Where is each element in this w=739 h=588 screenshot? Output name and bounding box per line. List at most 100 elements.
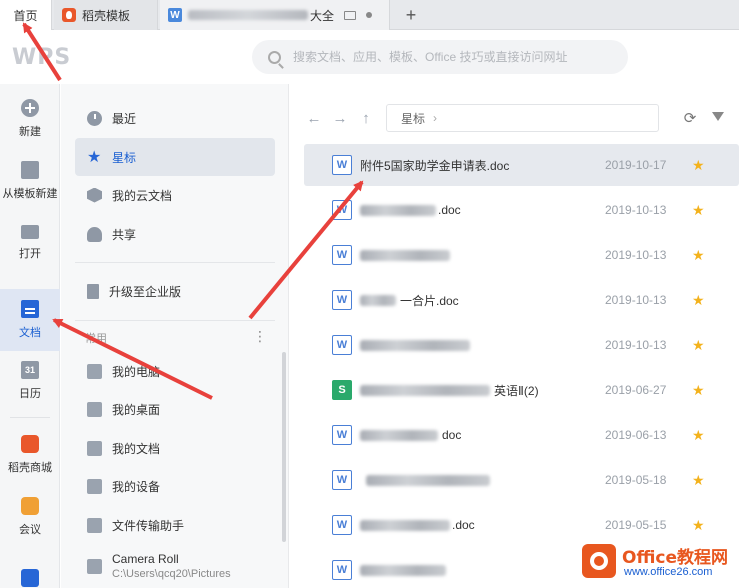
- file-date: 2019-05-15: [605, 518, 667, 532]
- computer-icon: [87, 363, 102, 379]
- star-icon[interactable]: ★: [692, 157, 705, 174]
- search-input[interactable]: [293, 50, 613, 64]
- clock-icon: [87, 110, 102, 126]
- camera-roll-block: Camera Roll C:\Users\qcq20\Pictures: [112, 552, 231, 580]
- file-row[interactable]: W 一合片.doc 2019-10-13 ★: [304, 279, 739, 321]
- tab-docer-label: 稻壳模板: [82, 8, 131, 23]
- cloud-icon: [87, 187, 102, 203]
- star-icon[interactable]: ★: [692, 292, 705, 309]
- word-doc-icon: W: [332, 515, 352, 535]
- refresh-icon[interactable]: ⟳: [680, 108, 700, 128]
- nav-scrollbar[interactable]: [282, 352, 286, 542]
- file-row[interactable]: W 附件5国家助学金申请表.doc 2019-10-17 ★: [304, 144, 739, 186]
- nav-location-desktop[interactable]: 我的桌面: [75, 390, 275, 428]
- location-label: Camera Roll: [112, 552, 179, 566]
- file-row[interactable]: S 英语Ⅱ(2) 2019-06-27 ★: [304, 369, 739, 411]
- file-row[interactable]: W 2019-10-13 ★: [304, 234, 739, 276]
- monitor-icon[interactable]: [344, 10, 357, 20]
- tab-docer-templates[interactable]: 稻壳模板: [54, 0, 158, 30]
- blurred-file-name: [360, 429, 438, 441]
- star-icon[interactable]: ★: [692, 427, 705, 444]
- mall-icon: [21, 435, 39, 453]
- tab-close-dot-icon[interactable]: [366, 12, 373, 18]
- nav-location-my-documents[interactable]: 我的文档: [75, 429, 275, 467]
- file-name-suffix: .doc: [452, 518, 475, 532]
- word-doc-icon: W: [332, 155, 352, 175]
- word-doc-icon: W: [168, 8, 182, 22]
- rail-meeting[interactable]: 会议: [0, 486, 60, 548]
- nav-item-shared[interactable]: 共享: [75, 215, 275, 253]
- file-name-suffix: 英语Ⅱ(2): [494, 383, 539, 398]
- rail-documents[interactable]: 文档: [0, 289, 60, 351]
- file-row[interactable]: W 2019-05-18 ★: [304, 459, 739, 501]
- rail-open[interactable]: 打开: [0, 212, 60, 274]
- nav-cloud-label: 我的云文档: [112, 188, 173, 203]
- nav-location-camera-roll[interactable]: Camera Roll C:\Users\qcq20\Pictures: [75, 544, 275, 588]
- location-label: 我的文档: [112, 441, 161, 456]
- rail-more[interactable]: [0, 550, 60, 588]
- file-toolbar: ← → ↑ 星标 › ⟳: [290, 104, 739, 132]
- folder-icon: [21, 225, 39, 239]
- more-options-icon[interactable]: ⋮: [253, 328, 267, 345]
- nav-item-starred[interactable]: ★ 星标: [75, 138, 275, 176]
- main-content: ← → ↑ 星标 › ⟳ W 附件5国家助学金申请表.doc 2019-10-1…: [290, 84, 739, 588]
- file-row[interactable]: W doc 2019-06-13 ★: [304, 414, 739, 456]
- up-arrow-icon[interactable]: ↑: [356, 108, 376, 128]
- nav-group-label: 常用: [85, 333, 107, 345]
- star-icon[interactable]: ★: [692, 517, 705, 534]
- left-rail: 新建 从模板新建 打开 文档 31 日历 稻壳商城 会议: [0, 84, 60, 588]
- rail-meeting-label: 会议: [19, 524, 41, 536]
- office-logo-icon: [582, 544, 616, 578]
- star-icon[interactable]: ★: [692, 382, 705, 399]
- breadcrumb-current: 星标: [401, 111, 426, 126]
- file-date: 2019-05-18: [605, 473, 667, 487]
- rail-from-template[interactable]: 从模板新建: [0, 150, 60, 212]
- location-path: C:\Users\qcq20\Pictures: [112, 568, 231, 580]
- back-arrow-icon[interactable]: ←: [304, 108, 324, 128]
- nav-item-recent[interactable]: 最近: [75, 99, 275, 137]
- breadcrumb[interactable]: 星标 ›: [386, 104, 659, 132]
- search-bar[interactable]: [252, 40, 628, 74]
- location-label: 我的设备: [112, 479, 161, 494]
- star-icon[interactable]: ★: [692, 337, 705, 354]
- filter-icon[interactable]: [712, 112, 724, 121]
- location-label: 我的桌面: [112, 402, 161, 417]
- rail-docer-mall[interactable]: 稻壳商城: [0, 424, 60, 486]
- word-doc-icon: W: [332, 290, 352, 310]
- spreadsheet-icon: S: [332, 380, 352, 400]
- file-date: 2019-10-13: [605, 338, 667, 352]
- edit-icon: [21, 569, 39, 587]
- site-watermark: Office教程网 www.office26.com: [578, 540, 738, 584]
- nav-starred-label: 星标: [112, 150, 137, 165]
- blurred-file-name: [360, 249, 450, 261]
- forward-arrow-icon[interactable]: →: [330, 108, 350, 128]
- tab-bar: 首页 稻壳模板 W 大全 +: [0, 0, 739, 30]
- calendar-icon: 31: [21, 361, 39, 379]
- tab-document[interactable]: W 大全: [160, 0, 390, 30]
- nav-location-my-computer[interactable]: 我的电脑: [75, 352, 275, 390]
- file-row[interactable]: W 2019-10-13 ★: [304, 324, 739, 366]
- word-doc-icon: W: [332, 245, 352, 265]
- tab-home[interactable]: 首页: [0, 0, 52, 30]
- nav-item-upgrade-enterprise[interactable]: 升级至企业版: [75, 272, 275, 310]
- file-date: 2019-10-13: [605, 248, 667, 262]
- nav-location-my-devices[interactable]: 我的设备: [75, 467, 275, 505]
- rail-calendar[interactable]: 31 日历: [0, 350, 60, 412]
- tab-home-label: 首页: [13, 8, 38, 23]
- rail-divider: [10, 417, 50, 418]
- star-icon[interactable]: ★: [692, 472, 705, 489]
- nav-location-file-transfer[interactable]: 文件传输助手: [75, 506, 275, 544]
- plus-circle-icon: [21, 99, 39, 117]
- word-doc-icon: W: [332, 335, 352, 355]
- search-icon: [268, 50, 281, 64]
- share-icon: [87, 226, 102, 242]
- blurred-tab-title: [188, 10, 308, 20]
- star-icon[interactable]: ★: [692, 202, 705, 219]
- star-icon[interactable]: ★: [692, 247, 705, 264]
- new-tab-button[interactable]: +: [398, 0, 424, 30]
- blurred-file-name: [360, 384, 490, 396]
- file-row[interactable]: W .doc 2019-10-13 ★: [304, 189, 739, 231]
- nav-item-cloud-docs[interactable]: 我的云文档: [75, 176, 275, 214]
- rail-new[interactable]: 新建: [0, 88, 60, 150]
- word-doc-icon: W: [332, 200, 352, 220]
